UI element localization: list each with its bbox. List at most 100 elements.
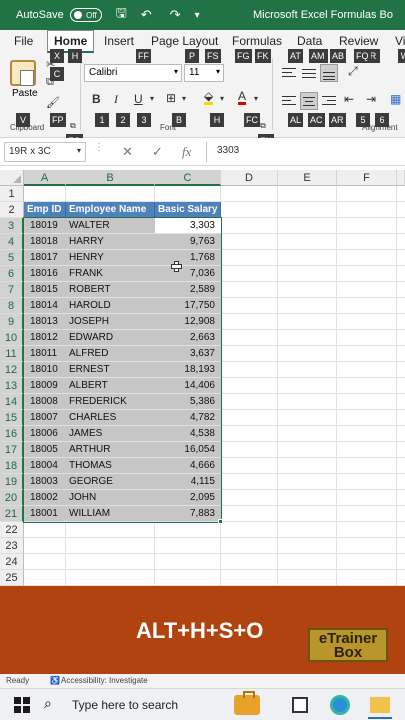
paste-button-label[interactable]: Paste	[12, 88, 38, 99]
center-align-icon[interactable]	[300, 92, 318, 110]
keytip-decrease-indent: 5	[356, 113, 370, 127]
gridline	[24, 569, 405, 570]
document-title: Microsoft Excel Formulas Bo	[253, 9, 393, 21]
format-painter-icon[interactable]: 🖌	[46, 96, 60, 109]
bold-icon[interactable]: B	[92, 92, 101, 106]
table-header-cell[interactable]: Emp ID	[24, 202, 66, 218]
middle-align-icon[interactable]	[300, 66, 318, 80]
title-bar: AutoSave Off 🖫 ↶ ↷ ▾ Microsoft Excel For…	[0, 0, 405, 30]
chevron-down-icon[interactable]: ▾	[220, 94, 224, 103]
accessibility-icon[interactable]: ♿	[50, 676, 60, 685]
row-header[interactable]: 3	[0, 218, 24, 234]
tab-view[interactable]: Vie	[395, 34, 405, 48]
etrainerbox-logo: eTrainer Box	[308, 628, 388, 662]
column-header-a[interactable]: A	[24, 170, 66, 186]
row-header[interactable]: 4	[0, 234, 24, 250]
column-header-e[interactable]: E	[278, 170, 337, 186]
font-name-select[interactable]: Calibri ▾	[84, 64, 182, 82]
fill-color-icon[interactable]: ⬙	[204, 90, 214, 105]
clipboard-launcher-icon[interactable]: ⧉	[70, 121, 76, 131]
chevron-down-icon[interactable]: ▾	[254, 94, 258, 103]
row-header[interactable]: 12	[0, 362, 24, 378]
edge-browser-icon[interactable]	[330, 695, 350, 715]
windows-start-icon[interactable]	[14, 697, 30, 713]
borders-icon[interactable]: ⊞	[166, 91, 176, 105]
selection-border	[23, 217, 222, 523]
font-color-icon[interactable]: A	[238, 90, 247, 105]
tab-formulas[interactable]: Formulas	[232, 34, 282, 48]
cancel-icon[interactable]: ✕	[122, 144, 133, 160]
chevron-down-icon[interactable]: ▾	[150, 94, 154, 103]
column-header-f[interactable]: F	[337, 170, 397, 186]
font-launcher-icon[interactable]: ⧉	[260, 121, 266, 131]
column-header-c[interactable]: C	[155, 170, 221, 186]
row-header[interactable]: 17	[0, 442, 24, 458]
increase-indent-icon[interactable]: ⇥	[366, 92, 376, 106]
tab-file[interactable]: File	[14, 34, 33, 48]
wrap-text-icon[interactable]: ▦	[390, 92, 401, 106]
table-header-cell[interactable]: Employee Name	[66, 202, 155, 218]
redo-icon[interactable]: ↷	[170, 7, 181, 23]
undo-icon[interactable]: ↶	[141, 7, 152, 23]
insert-function-icon[interactable]: fx	[182, 144, 191, 160]
tab-insert[interactable]: Insert	[104, 34, 134, 48]
row-header[interactable]: 16	[0, 426, 24, 442]
row-header[interactable]: 1	[0, 186, 24, 202]
column-header-b[interactable]: B	[66, 170, 155, 186]
column-header-d[interactable]: D	[221, 170, 278, 186]
font-size-select[interactable]: 11 ▾	[184, 64, 224, 82]
decrease-indent-icon[interactable]: ⇤	[344, 92, 354, 106]
search-icon[interactable]: ⌕	[44, 695, 52, 712]
name-box-value: 19R x 3C	[9, 146, 51, 157]
select-all-corner[interactable]	[0, 170, 24, 186]
taskbar-search-input[interactable]: Type here to search	[72, 698, 178, 712]
align-right-icon[interactable]	[320, 94, 338, 108]
row-header[interactable]: 14	[0, 394, 24, 410]
top-align-icon[interactable]	[280, 66, 298, 80]
row-header[interactable]: 7	[0, 282, 24, 298]
column-header-g[interactable]	[397, 170, 405, 186]
worksheet-grid[interactable]: A B C D E F 1 2 3 4 5 6 7 8 9 10 11 12 13 14 15 16 17 18 1…	[0, 170, 405, 586]
row-header[interactable]: 5	[0, 250, 24, 266]
orientation-icon[interactable]: ⤢	[348, 64, 358, 79]
row-header[interactable]: 9	[0, 314, 24, 330]
task-view-icon[interactable]	[292, 697, 308, 713]
table-header-cell[interactable]: Basic Salary	[155, 202, 221, 218]
name-box[interactable]: 19R x 3C ▾	[4, 142, 86, 162]
row-header[interactable]: 22	[0, 522, 24, 538]
row-header[interactable]: 18	[0, 458, 24, 474]
row-header[interactable]: 25	[0, 570, 24, 586]
tab-review[interactable]: Review	[339, 34, 378, 48]
row-header[interactable]: 8	[0, 298, 24, 314]
row-header[interactable]: 23	[0, 538, 24, 554]
autosave-toggle[interactable]: Off	[69, 8, 102, 22]
status-mode: Ready	[6, 676, 30, 685]
bottom-align-icon[interactable]	[320, 64, 338, 82]
enter-icon[interactable]: ✓	[152, 144, 163, 160]
tab-page-layout[interactable]: Page Layout	[151, 34, 218, 48]
row-header[interactable]: 6	[0, 266, 24, 282]
accessibility-status[interactable]: Accessibility: Investigate	[61, 676, 148, 685]
tab-data[interactable]: Data	[297, 34, 322, 48]
file-explorer-icon[interactable]	[368, 697, 392, 719]
row-header[interactable]: 19	[0, 474, 24, 490]
formula-input[interactable]: 3303	[206, 142, 405, 162]
gridline	[24, 553, 405, 554]
italic-icon[interactable]: I	[114, 92, 118, 107]
row-header[interactable]: 24	[0, 554, 24, 570]
save-icon[interactable]: 🖫	[116, 4, 127, 26]
customize-quick-access-icon[interactable]: ▾	[195, 10, 200, 21]
briefcase-app-icon[interactable]	[234, 691, 260, 715]
row-header[interactable]: 13	[0, 378, 24, 394]
fill-handle[interactable]	[218, 519, 223, 524]
row-header[interactable]: 11	[0, 346, 24, 362]
row-header[interactable]: 21	[0, 506, 24, 522]
align-left-icon[interactable]	[280, 94, 298, 108]
row-header[interactable]: 15	[0, 410, 24, 426]
row-header[interactable]: 20	[0, 490, 24, 506]
row-header[interactable]: 2	[0, 202, 24, 218]
paste-icon[interactable]	[10, 60, 36, 86]
row-header[interactable]: 10	[0, 330, 24, 346]
underline-icon[interactable]: U	[134, 92, 143, 106]
chevron-down-icon[interactable]: ▾	[182, 94, 186, 103]
